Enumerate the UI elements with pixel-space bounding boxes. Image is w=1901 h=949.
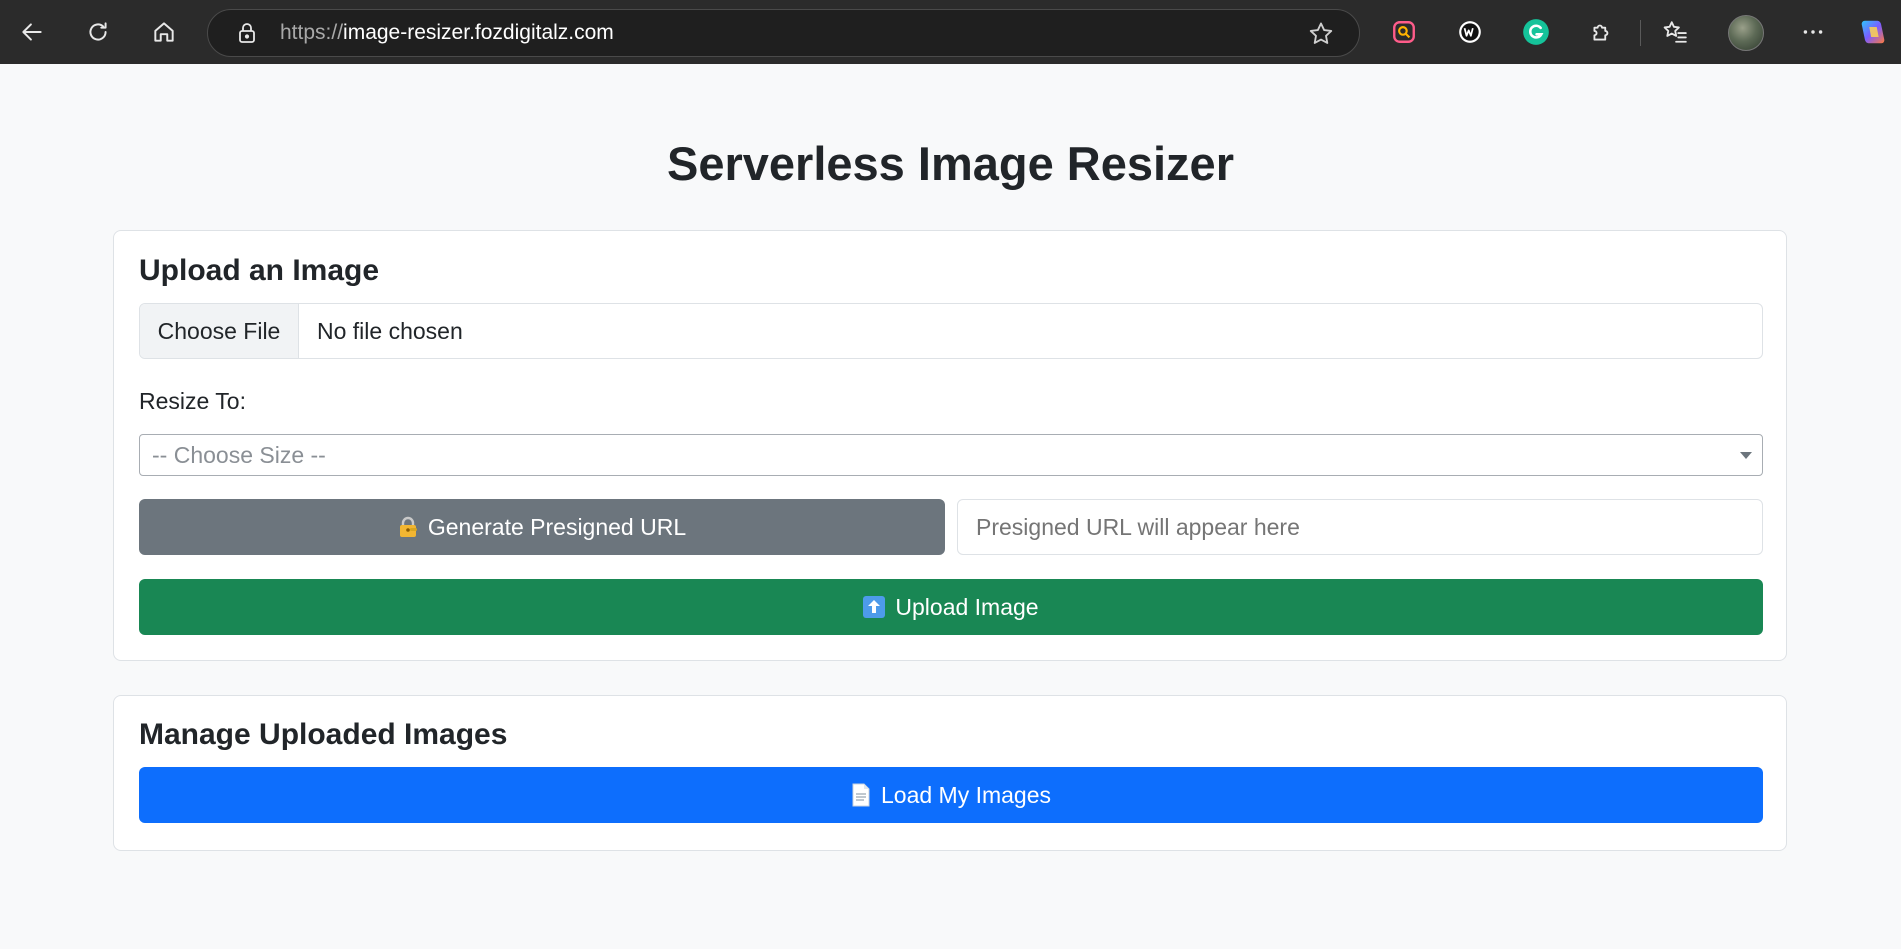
browser-toolbar: https://image-resizer.fozdigitalz.com (0, 0, 1901, 64)
puzzle-piece-icon (1593, 24, 1609, 41)
screen-capture-icon (1393, 21, 1415, 43)
w-logo-icon (1459, 21, 1481, 43)
home-icon (154, 22, 174, 42)
extension-grammarly-button[interactable] (1521, 17, 1551, 47)
page-content: Serverless Image Resizer Upload an Image… (0, 64, 1901, 949)
generate-button-label: Generate Presigned URL (427, 513, 687, 540)
back-button[interactable] (12, 12, 52, 52)
manage-card: Manage Uploaded Images Load My Images (113, 695, 1787, 851)
extension-screen-capture-button[interactable] (1389, 17, 1419, 47)
page-title: Serverless Image Resizer (667, 137, 1234, 190)
file-status: No file chosen (317, 317, 463, 344)
copilot-icon (1861, 20, 1885, 44)
favorites-list-icon (1663, 21, 1687, 43)
chevron-down-icon (1740, 452, 1752, 459)
refresh-button[interactable] (78, 12, 118, 52)
url-text: https://image-resizer.fozdigitalz.com (280, 10, 614, 56)
toolbar-divider (1640, 20, 1641, 46)
file-input[interactable]: Choose File No file chosen (139, 303, 1763, 359)
back-arrow-icon (22, 23, 42, 41)
profile-avatar[interactable] (1728, 15, 1764, 51)
more-dots-icon (1803, 30, 1823, 34)
size-select[interactable]: -- Choose Size -- (139, 434, 1763, 476)
extension-w-button[interactable] (1455, 17, 1485, 47)
load-my-images-button[interactable]: Load My Images (139, 767, 1763, 823)
upload-card: Upload an Image Choose File No file chos… (113, 230, 1787, 661)
address-bar[interactable]: https://image-resizer.fozdigitalz.com (207, 9, 1360, 57)
resize-to-label: Resize To: (139, 388, 246, 414)
upload-button-label: Upload Image (895, 593, 1039, 620)
settings-more-button[interactable] (1798, 17, 1828, 47)
choose-file-button[interactable]: Choose File (140, 304, 299, 358)
grammarly-icon (1523, 19, 1549, 45)
copilot-button[interactable] (1858, 17, 1888, 47)
url-host: image-resizer.fozdigitalz.com (343, 21, 614, 44)
manage-card-title: Manage Uploaded Images (139, 718, 508, 751)
presigned-url-output[interactable] (957, 499, 1763, 555)
upload-image-button[interactable]: Upload Image (139, 579, 1763, 635)
size-select-value: -- Choose Size -- (152, 442, 326, 468)
url-scheme: https:// (280, 21, 344, 44)
document-icon (851, 783, 871, 807)
favorites-button[interactable] (1660, 17, 1690, 47)
generate-presigned-url-button[interactable]: Generate Presigned URL (139, 499, 945, 555)
favorite-star-icon[interactable] (1307, 20, 1335, 48)
load-button-label: Load My Images (880, 781, 1052, 808)
extensions-button[interactable] (1587, 17, 1617, 47)
home-button[interactable] (144, 12, 184, 52)
upload-card-title: Upload an Image (139, 254, 380, 287)
up-arrow-icon (863, 596, 886, 618)
lock-icon[interactable] (235, 21, 259, 45)
lock-with-key-icon (398, 516, 418, 538)
refresh-icon (89, 22, 107, 41)
